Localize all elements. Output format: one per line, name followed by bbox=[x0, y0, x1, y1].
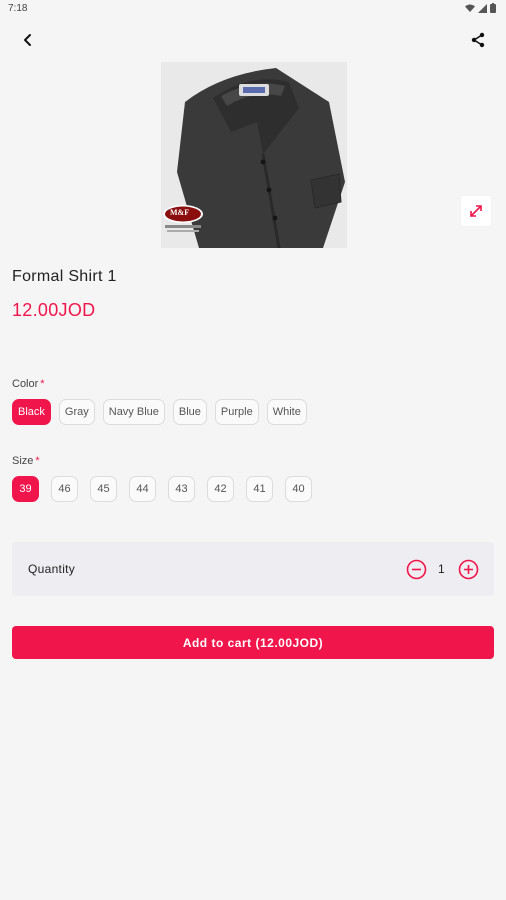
quantity-box: Quantity 1 bbox=[12, 542, 494, 596]
expand-image-button[interactable] bbox=[461, 196, 491, 226]
product-gallery bbox=[0, 62, 506, 248]
size-label-text: Size bbox=[12, 455, 34, 467]
color-chip-gray[interactable]: Gray bbox=[58, 399, 95, 425]
size-chip-42[interactable]: 42 bbox=[207, 476, 234, 502]
wifi-icon bbox=[465, 4, 475, 12]
share-icon bbox=[471, 32, 485, 48]
size-chip-40[interactable]: 40 bbox=[285, 476, 312, 502]
color-option-label: Color * bbox=[12, 378, 45, 390]
size-chip-row: 39 46 45 44 43 42 41 40 bbox=[12, 476, 312, 502]
product-price: 12.00JOD bbox=[12, 300, 96, 320]
back-button[interactable] bbox=[12, 24, 44, 56]
chevron-left-icon bbox=[24, 34, 31, 46]
color-chip-black[interactable]: Black bbox=[12, 399, 51, 425]
status-bar: 7:18 bbox=[0, 0, 506, 18]
quantity-increase-icon[interactable] bbox=[458, 559, 479, 580]
size-chip-43[interactable]: 43 bbox=[168, 476, 195, 502]
app-bar bbox=[0, 18, 506, 62]
quantity-value: 1 bbox=[438, 562, 445, 576]
share-button[interactable] bbox=[462, 24, 494, 56]
color-chip-row: Black Gray Navy Blue Blue Purple White bbox=[12, 399, 307, 425]
color-chip-purple[interactable]: Purple bbox=[214, 399, 259, 425]
brand-logo-text: M&F bbox=[170, 208, 190, 217]
size-chip-46[interactable]: 46 bbox=[51, 476, 78, 502]
add-to-cart-button[interactable]: Add to cart (12.00JOD) bbox=[12, 626, 494, 659]
quantity-label: Quantity bbox=[28, 562, 76, 576]
color-chip-white[interactable]: White bbox=[266, 399, 307, 425]
required-mark: * bbox=[35, 455, 40, 467]
shirt-image bbox=[161, 62, 347, 248]
expand-icon bbox=[470, 205, 482, 217]
signal-icon bbox=[478, 3, 487, 13]
status-time: 7:18 bbox=[8, 3, 28, 14]
status-icons bbox=[465, 3, 496, 13]
battery-icon bbox=[490, 3, 496, 13]
quantity-decrease-icon[interactable] bbox=[406, 559, 427, 580]
product-name: Formal Shirt 1 bbox=[12, 268, 117, 285]
color-label-text: Color bbox=[12, 378, 39, 390]
size-chip-44[interactable]: 44 bbox=[129, 476, 156, 502]
product-image[interactable] bbox=[161, 62, 347, 248]
color-chip-navy-blue[interactable]: Navy Blue bbox=[102, 399, 165, 425]
size-chip-39[interactable]: 39 bbox=[12, 476, 39, 502]
color-chip-blue[interactable]: Blue bbox=[172, 399, 207, 425]
required-mark: * bbox=[40, 378, 45, 390]
size-chip-45[interactable]: 45 bbox=[90, 476, 117, 502]
size-chip-41[interactable]: 41 bbox=[246, 476, 273, 502]
size-option-label: Size * bbox=[12, 455, 40, 467]
